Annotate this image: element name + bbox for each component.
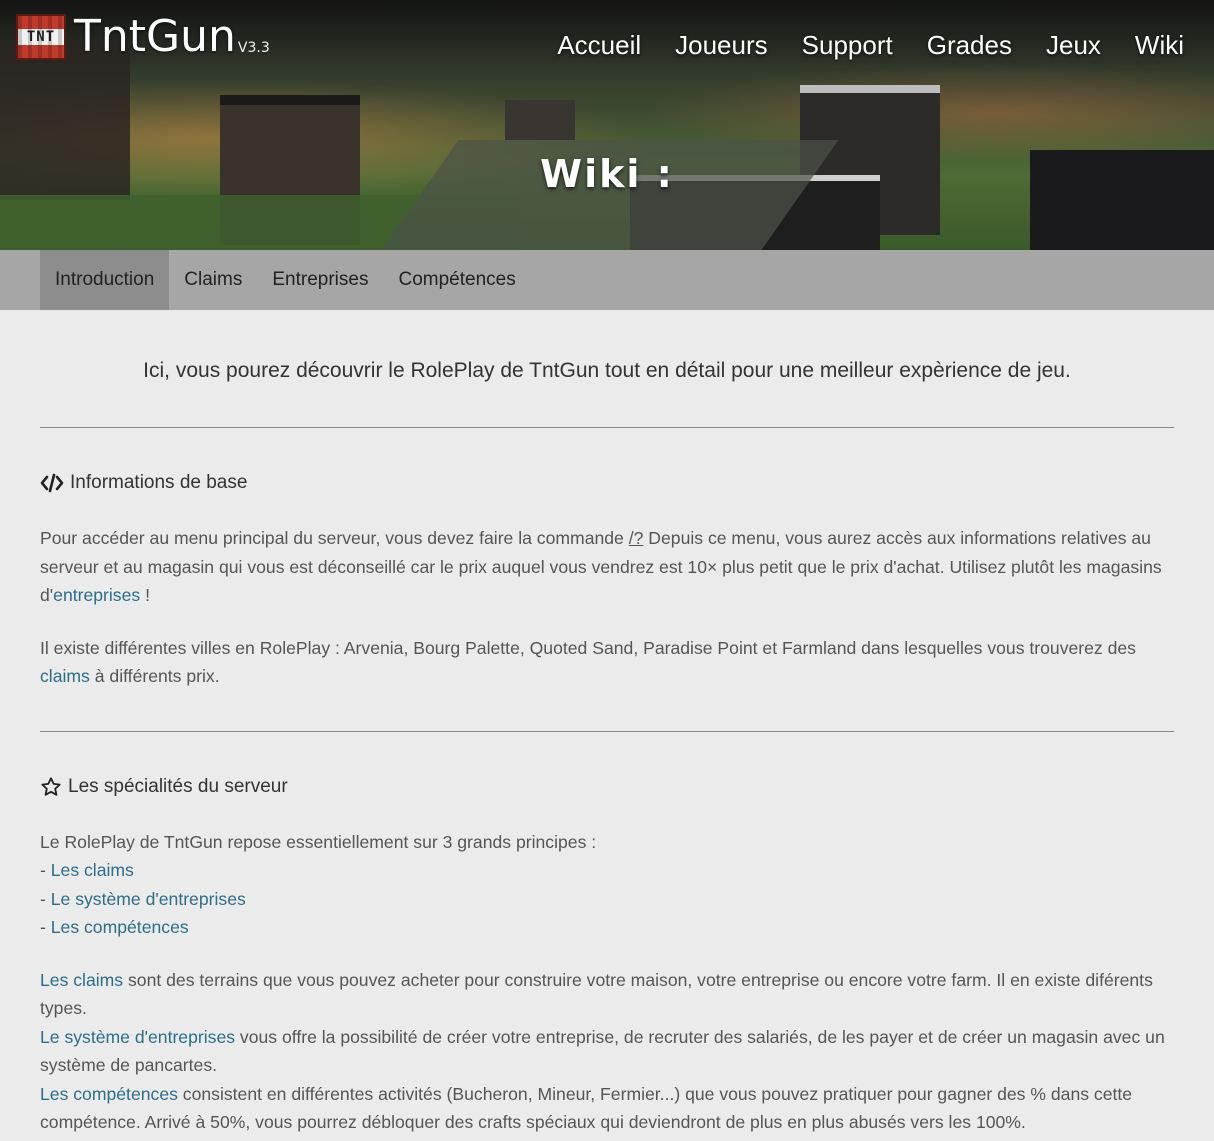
nav-wiki[interactable]: Wiki xyxy=(1135,30,1184,61)
section-title-text: Informations de base xyxy=(70,472,248,493)
command-text: /? xyxy=(628,528,644,548)
main-menu: Accueil Joueurs Support Grades Jeux Wiki xyxy=(557,30,1184,61)
nav-support[interactable]: Support xyxy=(802,30,893,61)
nav-accueil[interactable]: Accueil xyxy=(557,30,641,61)
tnt-logo-icon: TNT xyxy=(16,14,66,60)
section-specialites: Les spécialités du serveur xyxy=(40,776,1174,798)
logo-text: TNT xyxy=(18,29,64,45)
paragraph-lead: Le RolePlay de TntGun repose essentielle… xyxy=(40,828,1174,942)
text-span: ! xyxy=(140,585,150,605)
intro-text: Ici, vous pourez découvrir le RolePlay d… xyxy=(143,359,1071,382)
brand[interactable]: TNT TntGun V3.3 xyxy=(16,14,270,60)
text-span: à différents prix. xyxy=(89,666,220,686)
tab-competences[interactable]: Compétences xyxy=(383,250,530,310)
divider xyxy=(40,730,1174,732)
section-title-text: Les spécialités du serveur xyxy=(68,775,288,797)
tab-entreprises[interactable]: Entreprises xyxy=(257,250,383,310)
link-claims[interactable]: claims xyxy=(40,666,90,686)
link-les-competences[interactable]: Les compétences xyxy=(40,1084,178,1104)
page-title: Wiki : xyxy=(540,152,674,196)
link-les-claims[interactable]: Les claims xyxy=(40,970,123,990)
text-span: consistent en différentes activités (Buc… xyxy=(40,1083,1133,1133)
dash: - xyxy=(40,888,51,909)
dash: - xyxy=(40,860,51,880)
code-icon xyxy=(40,473,64,493)
paragraph-details: Les claims sont des terrains que vous po… xyxy=(40,966,1174,1137)
text-span: Pour accéder au menu principal du serveu… xyxy=(40,528,629,548)
list-link-competences[interactable]: Les compétences xyxy=(51,917,189,937)
nav-joueurs[interactable]: Joueurs xyxy=(675,30,768,61)
paragraph-villes: Il existe différentes villes en RolePlay… xyxy=(40,634,1174,691)
link-systeme-entreprises[interactable]: Le système d'entreprises xyxy=(40,1027,235,1047)
top-navigation: TNT TntGun V3.3 Accueil Joueurs Support … xyxy=(0,0,1214,88)
star-icon xyxy=(41,776,61,796)
text-span: Il existe différentes villes en RolePlay… xyxy=(40,637,1136,658)
hero-banner: TNT TntGun V3.3 Accueil Joueurs Support … xyxy=(0,0,1214,250)
wiki-tabs: Introduction Claims Entreprises Compéten… xyxy=(0,250,1214,310)
tab-introduction[interactable]: Introduction xyxy=(40,250,170,310)
section-informations-de-base: Informations de base xyxy=(40,472,1174,494)
paragraph-menu: Pour accéder au menu principal du serveu… xyxy=(40,524,1174,610)
dash: - xyxy=(40,917,51,937)
nav-jeux[interactable]: Jeux xyxy=(1046,30,1101,61)
brand-version: V3.3 xyxy=(237,40,270,56)
text-span: sont des terrains que vous pouvez achete… xyxy=(40,969,1153,1019)
list-link-entreprises[interactable]: Le système d'entreprises xyxy=(51,889,246,909)
list-link-claims[interactable]: Les claims xyxy=(51,860,134,880)
nav-grades[interactable]: Grades xyxy=(927,30,1012,61)
tab-claims[interactable]: Claims xyxy=(169,250,257,310)
link-entreprises[interactable]: entreprises xyxy=(53,585,140,605)
main-content: Ici, vous pourez découvrir le RolePlay d… xyxy=(0,310,1214,1137)
divider xyxy=(40,427,1174,428)
brand-name: TntGun xyxy=(74,11,236,62)
building-center xyxy=(505,100,575,140)
text-span: Le RolePlay de TntGun repose essentielle… xyxy=(40,831,597,852)
